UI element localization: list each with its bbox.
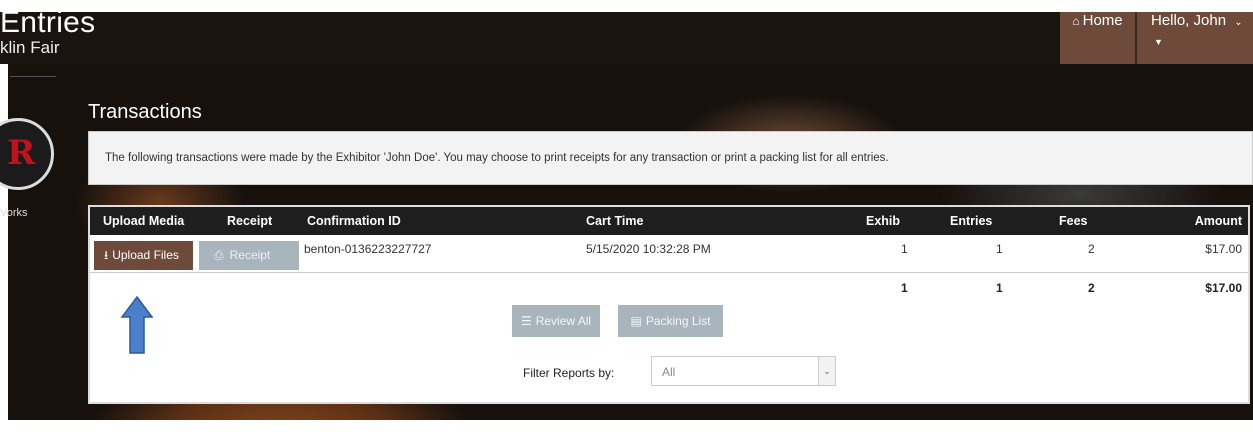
site-header: Entries klin Fair ⌂ Home Hello, John ⌄ ▼ <box>0 6 1253 65</box>
fees-value: 2 <box>1088 242 1095 256</box>
upload-files-button[interactable]: ⭳ Upload Files <box>94 241 193 270</box>
entries-value: 1 <box>996 242 1003 256</box>
chevron-down-icon[interactable]: ⌄ <box>818 357 835 385</box>
app-subtitle: klin Fair <box>0 38 60 57</box>
home-label: Home <box>1082 12 1123 29</box>
packing-list-button[interactable]: ▤ Packing List <box>618 305 723 337</box>
col-exhib: Exhib <box>866 214 901 228</box>
total-exhib: 1 <box>901 281 908 295</box>
cart-time: 5/15/2020 10:32:28 PM <box>586 242 711 256</box>
receipt-button[interactable]: ⎙ Receipt <box>199 241 299 270</box>
row-divider <box>90 272 1248 273</box>
col-confirmation-id: Confirmation ID <box>307 214 401 228</box>
filter-selected-value: All <box>662 365 676 379</box>
exhib-value: 1 <box>901 242 908 256</box>
review-all-button[interactable]: ☰ Review All <box>512 305 600 337</box>
bottom-strip <box>0 420 1253 435</box>
page-title: Transactions <box>88 101 202 123</box>
sidebar-text[interactable]: Vorks <box>0 207 28 219</box>
user-menu-button[interactable]: Hello, John ⌄ ▼ <box>1137 12 1253 64</box>
caret-down-icon: ▼ <box>1154 37 1163 47</box>
home-icon: ⌂ <box>1072 14 1080 28</box>
upload-icon: ⭳ <box>104 248 109 262</box>
filter-label: Filter Reports by: <box>523 366 615 380</box>
packing-icon: ▤ <box>630 314 642 328</box>
print-icon: ⎙ <box>214 248 224 262</box>
home-nav-button[interactable]: ⌂ Home <box>1060 12 1135 64</box>
col-fees: Fees <box>1059 214 1088 228</box>
top-strip <box>0 0 1253 12</box>
col-cart-time: Cart Time <box>586 214 644 228</box>
total-entries: 1 <box>996 281 1003 295</box>
total-fees: 2 <box>1088 281 1095 295</box>
upload-files-label: Upload Files <box>112 248 179 262</box>
info-message: The following transactions were made by … <box>88 131 1253 185</box>
packing-list-label: Packing List <box>645 314 711 328</box>
col-upload-media: Upload Media <box>103 214 185 228</box>
amount-value: $17.00 <box>1205 242 1242 256</box>
chevron-down-icon: ⌄ <box>1234 17 1243 28</box>
logo-letter: R <box>7 133 36 173</box>
transactions-panel: Upload Media Receipt Confirmation ID Car… <box>88 205 1250 404</box>
receipt-label: Receipt <box>229 248 271 262</box>
col-amount: Amount <box>1194 214 1242 228</box>
confirmation-id: benton-0136223227727 <box>304 242 432 256</box>
col-receipt: Receipt <box>227 214 273 228</box>
list-icon: ☰ <box>520 314 532 328</box>
review-all-label: Review All <box>535 314 592 328</box>
table-header: Upload Media Receipt Confirmation ID Car… <box>90 207 1248 235</box>
sidebar-divider <box>10 76 56 77</box>
arrow-up-icon <box>120 295 154 354</box>
col-entries: Entries <box>950 214 993 228</box>
app-title: Entries <box>0 6 96 39</box>
total-amount: $17.00 <box>1205 281 1242 295</box>
filter-select[interactable]: All ⌄ <box>651 356 836 386</box>
user-label: Hello, John <box>1151 12 1227 29</box>
